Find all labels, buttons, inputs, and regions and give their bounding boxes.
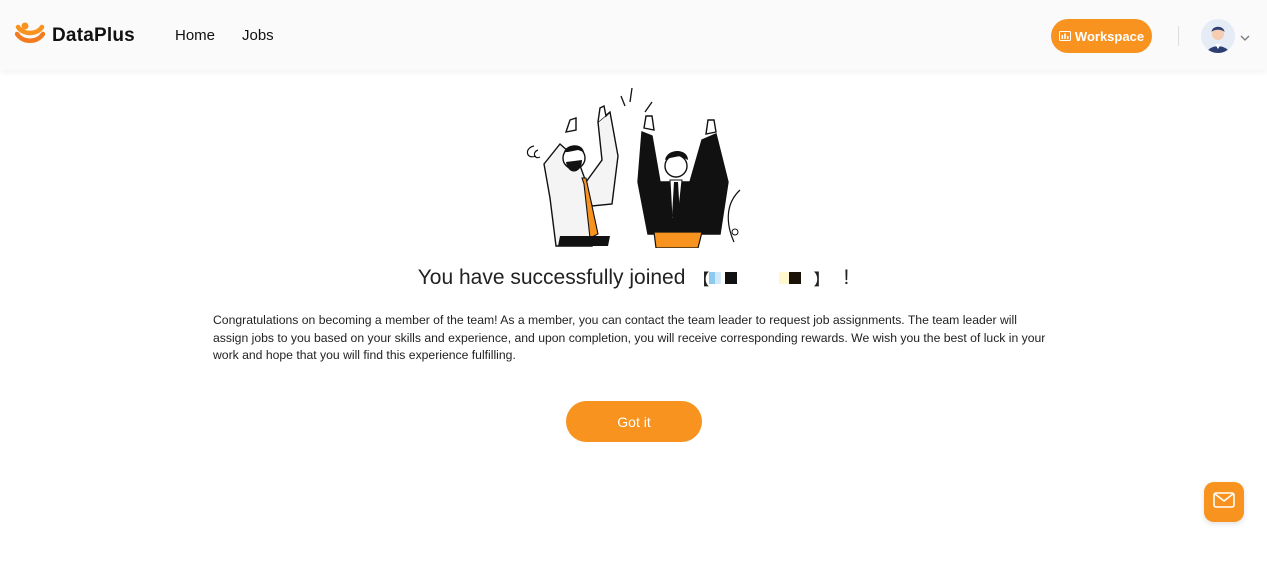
got-it-button[interactable]: Got it [566,401,702,442]
header-divider [1178,26,1179,46]
nav-home[interactable]: Home [175,27,215,44]
mail-button[interactable] [1204,482,1244,522]
celebration-illustration [520,86,750,253]
brand-name: DataPlus [52,25,135,46]
open-bracket: 【 [693,272,710,289]
user-avatar[interactable] [1201,19,1235,53]
exclamation: ! [843,266,850,289]
workspace-label: Workspace [1074,28,1145,44]
success-headline: You have successfully joined 【 】 ! [0,266,1267,290]
welcome-message: Congratulations on becoming a member of … [213,313,1046,362]
nav-jobs[interactable]: Jobs [242,27,274,44]
redacted-block [709,272,802,284]
brand[interactable]: DataPlus [14,21,135,52]
workspace-button[interactable]: Workspace [1051,19,1152,53]
dataplus-logo-icon [14,21,46,52]
close-bracket: 】 [813,272,830,289]
mail-icon [1213,491,1235,513]
workspace-icon [1058,29,1071,44]
team-name-redacted: 【 】 [693,266,829,290]
headline-text: You have successfully joined [417,266,686,289]
chevron-down-icon[interactable] [1240,29,1250,47]
top-navigation-bar: DataPlus Home Jobs Workspace [0,0,1267,70]
